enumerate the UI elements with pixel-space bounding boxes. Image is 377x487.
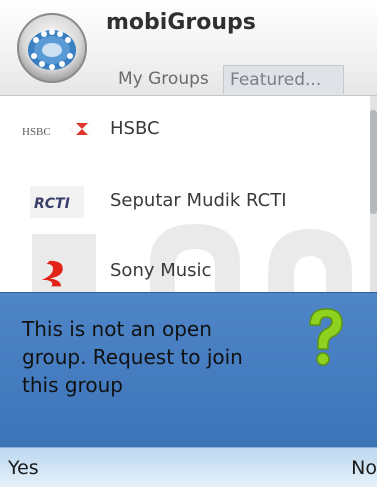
question-mark-icon bbox=[309, 308, 343, 366]
dialog-message: This is not an open group. Request to jo… bbox=[22, 317, 243, 397]
app-title: mobiGroups bbox=[106, 10, 256, 35]
screen: mobiGroups My Groups Featured... HSBC HS… bbox=[0, 0, 377, 487]
svg-text:RCTI: RCTI bbox=[34, 196, 70, 212]
yes-softkey[interactable]: Yes bbox=[8, 457, 39, 479]
hsbc-logo-icon: HSBC bbox=[22, 123, 92, 138]
list-item-hsbc[interactable]: HSBC HSBC bbox=[0, 100, 370, 160]
list-item-label: Seputar Mudik RCTI bbox=[110, 190, 287, 211]
list-item-label: HSBC bbox=[110, 118, 160, 139]
sony-music-logo-icon bbox=[41, 260, 63, 287]
scrollbar-thumb[interactable] bbox=[370, 110, 377, 214]
tab-my-groups[interactable]: My Groups bbox=[112, 65, 215, 93]
list-item-label: Sony Music bbox=[110, 260, 212, 281]
no-softkey[interactable]: No bbox=[351, 457, 377, 479]
group-list: HSBC HSBC RCTI Seputar Mudik RCTI Sony M… bbox=[0, 96, 377, 292]
app-header: mobiGroups My Groups Featured... bbox=[0, 0, 377, 96]
svg-text:HSBC: HSBC bbox=[22, 126, 51, 138]
list-item-rcti[interactable]: RCTI Seputar Mudik RCTI bbox=[0, 172, 370, 232]
tab-featured[interactable]: Featured... bbox=[223, 65, 344, 94]
list-item-sony-music[interactable]: Sony Music bbox=[0, 242, 370, 292]
confirmation-dialog: This is not an open group. Request to jo… bbox=[0, 292, 377, 448]
softkey-bar: Yes No bbox=[0, 447, 377, 487]
mobigroups-logo-icon bbox=[17, 13, 87, 83]
rcti-logo-icon: RCTI bbox=[30, 186, 84, 218]
